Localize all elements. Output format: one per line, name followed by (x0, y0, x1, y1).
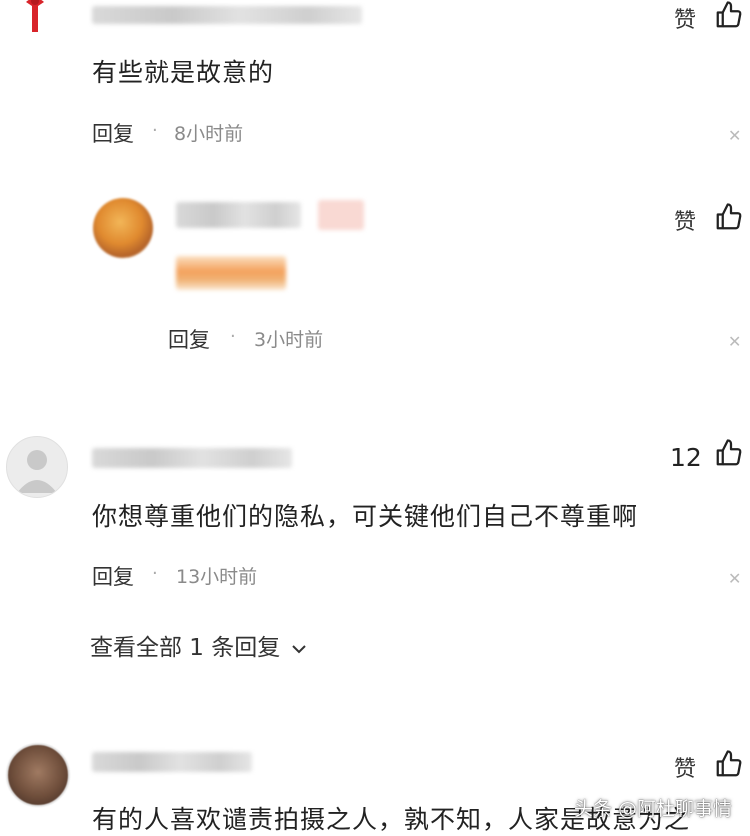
timestamp: 13小时前 (176, 566, 258, 588)
reply-button[interactable]: 回复 (168, 324, 210, 354)
username-blurred[interactable] (92, 752, 252, 772)
reply-button[interactable]: 回复 (92, 118, 134, 148)
watermark: 头条 @阿杜聊事情 (573, 798, 732, 820)
comment-content-blurred (176, 256, 286, 290)
separator-dot: · (230, 326, 236, 347)
comment-text: 有些就是故意的 (92, 58, 275, 87)
thumbs-up-icon[interactable] (714, 202, 744, 232)
close-icon[interactable]: ✕ (728, 332, 741, 351)
thumbs-up-icon[interactable] (714, 438, 744, 468)
username-blurred[interactable] (176, 202, 301, 228)
like-label[interactable]: 赞 (674, 751, 696, 783)
like-count[interactable]: 12 (670, 443, 702, 472)
like-label[interactable]: 赞 (674, 2, 696, 34)
separator-dot: · (152, 120, 158, 141)
avatar[interactable] (20, 0, 50, 36)
like-label[interactable]: 赞 (674, 204, 696, 236)
username-blurred[interactable] (92, 6, 362, 24)
timestamp: 3小时前 (254, 329, 324, 351)
thumbs-up-icon[interactable] (714, 0, 744, 30)
separator-dot: · (152, 563, 158, 584)
close-icon[interactable]: ✕ (728, 126, 741, 145)
view-all-replies-label: 查看全部 1 条回复 (90, 635, 281, 661)
comment-text: 你想尊重他们的隐私，可关键他们自己不尊重啊 (92, 502, 639, 531)
avatar[interactable] (6, 743, 70, 807)
chevron-down-icon (290, 636, 308, 662)
username-blurred[interactable] (92, 448, 292, 468)
thumbs-up-icon[interactable] (714, 749, 744, 779)
timestamp: 8小时前 (174, 123, 244, 145)
close-icon[interactable]: ✕ (728, 569, 741, 588)
user-badge-blurred (318, 200, 364, 230)
reply-button[interactable]: 回复 (92, 561, 134, 591)
avatar[interactable] (6, 436, 68, 498)
avatar[interactable] (93, 198, 153, 258)
view-all-replies-button[interactable]: 查看全部 1 条回复 (90, 628, 308, 662)
